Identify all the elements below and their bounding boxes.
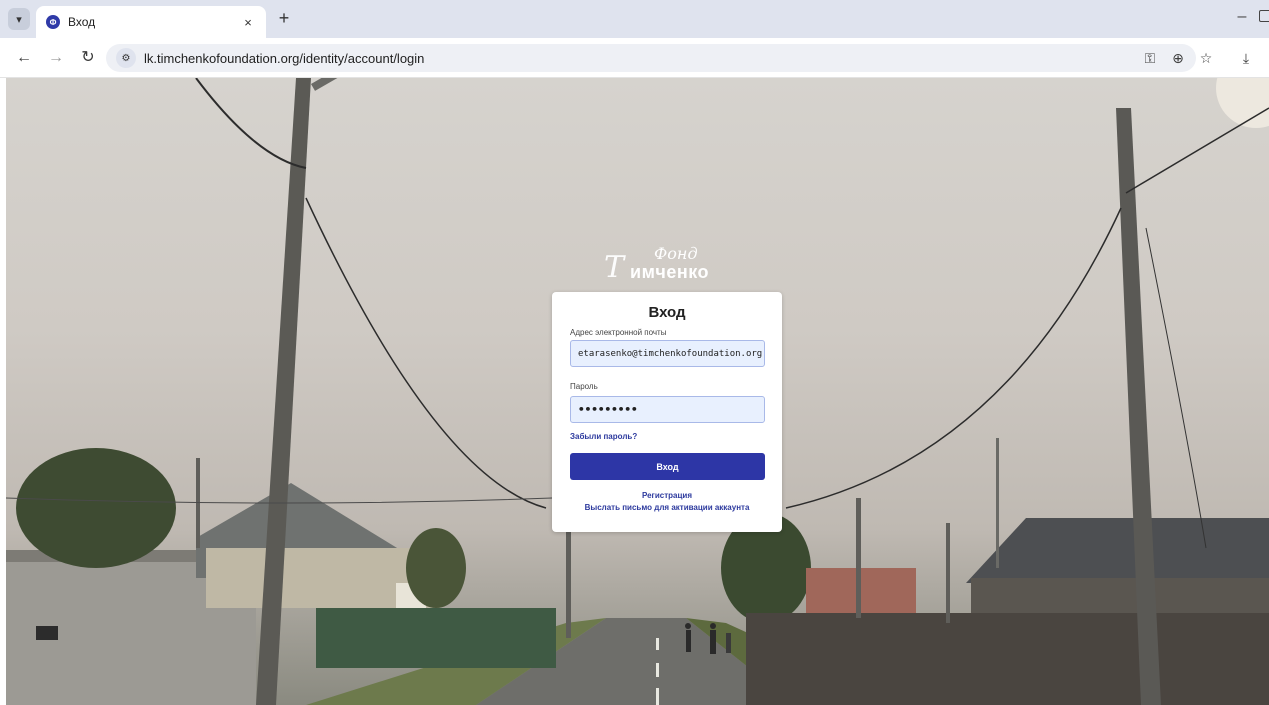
password-label: Пароль (570, 382, 598, 391)
password-field[interactable]: ••••••••• (570, 396, 765, 423)
tab-close-icon[interactable]: × (240, 15, 256, 30)
login-card: Вход Адрес электронной почты etarasenko@… (552, 292, 782, 532)
maximize-icon[interactable] (1259, 10, 1269, 22)
site-info-icon[interactable]: ⚙ (116, 48, 136, 68)
email-field[interactable]: etarasenko@timchenkofoundation.org (570, 340, 765, 367)
browser-tab[interactable]: Ф Вход × (36, 6, 266, 38)
tab-menu-icon[interactable]: ▾ (8, 8, 30, 30)
favicon-icon: Ф (46, 15, 60, 29)
address-bar[interactable]: ⚙ lk.timchenkofoundation.org/identity/ac… (106, 44, 1196, 72)
activation-email-link[interactable]: Выслать письмо для активации аккаунта (552, 503, 782, 512)
new-tab-button[interactable]: + (274, 9, 294, 29)
page-viewport: Т Фонд имченко Вход Адрес электронной по… (6, 78, 1269, 705)
password-key-icon[interactable]: ⚿ (1140, 48, 1160, 68)
zoom-icon[interactable]: ⊕ (1168, 48, 1188, 68)
download-icon[interactable]: ⤓ (1236, 48, 1256, 68)
reload-icon[interactable]: ↻ (78, 48, 98, 68)
forgot-password-link[interactable]: Забыли пароль? (570, 432, 637, 441)
back-icon[interactable]: ← (14, 48, 34, 68)
logo-top-text: Фонд (654, 244, 698, 263)
browser-toolbar: ← → ↻ ⚙ lk.timchenkofoundation.org/ident… (0, 38, 1269, 78)
login-title: Вход (648, 304, 686, 321)
bookmark-star-icon[interactable]: ☆ (1196, 48, 1216, 68)
forward-icon[interactable]: → (46, 48, 66, 68)
tab-strip: ▾ Ф Вход × + – (0, 0, 1269, 38)
email-label: Адрес электронной почты (570, 328, 667, 337)
tab-title: Вход (68, 15, 96, 29)
register-link[interactable]: Регистрация (552, 491, 782, 500)
logo-initial: Т (604, 250, 625, 285)
login-button[interactable]: Вход (570, 453, 765, 480)
minimize-icon[interactable]: – (1232, 8, 1252, 28)
logo-bottom-text: имченко (630, 262, 709, 282)
url-text: lk.timchenkofoundation.org/identity/acco… (144, 50, 425, 66)
foundation-logo: Т Фонд имченко (604, 242, 734, 292)
